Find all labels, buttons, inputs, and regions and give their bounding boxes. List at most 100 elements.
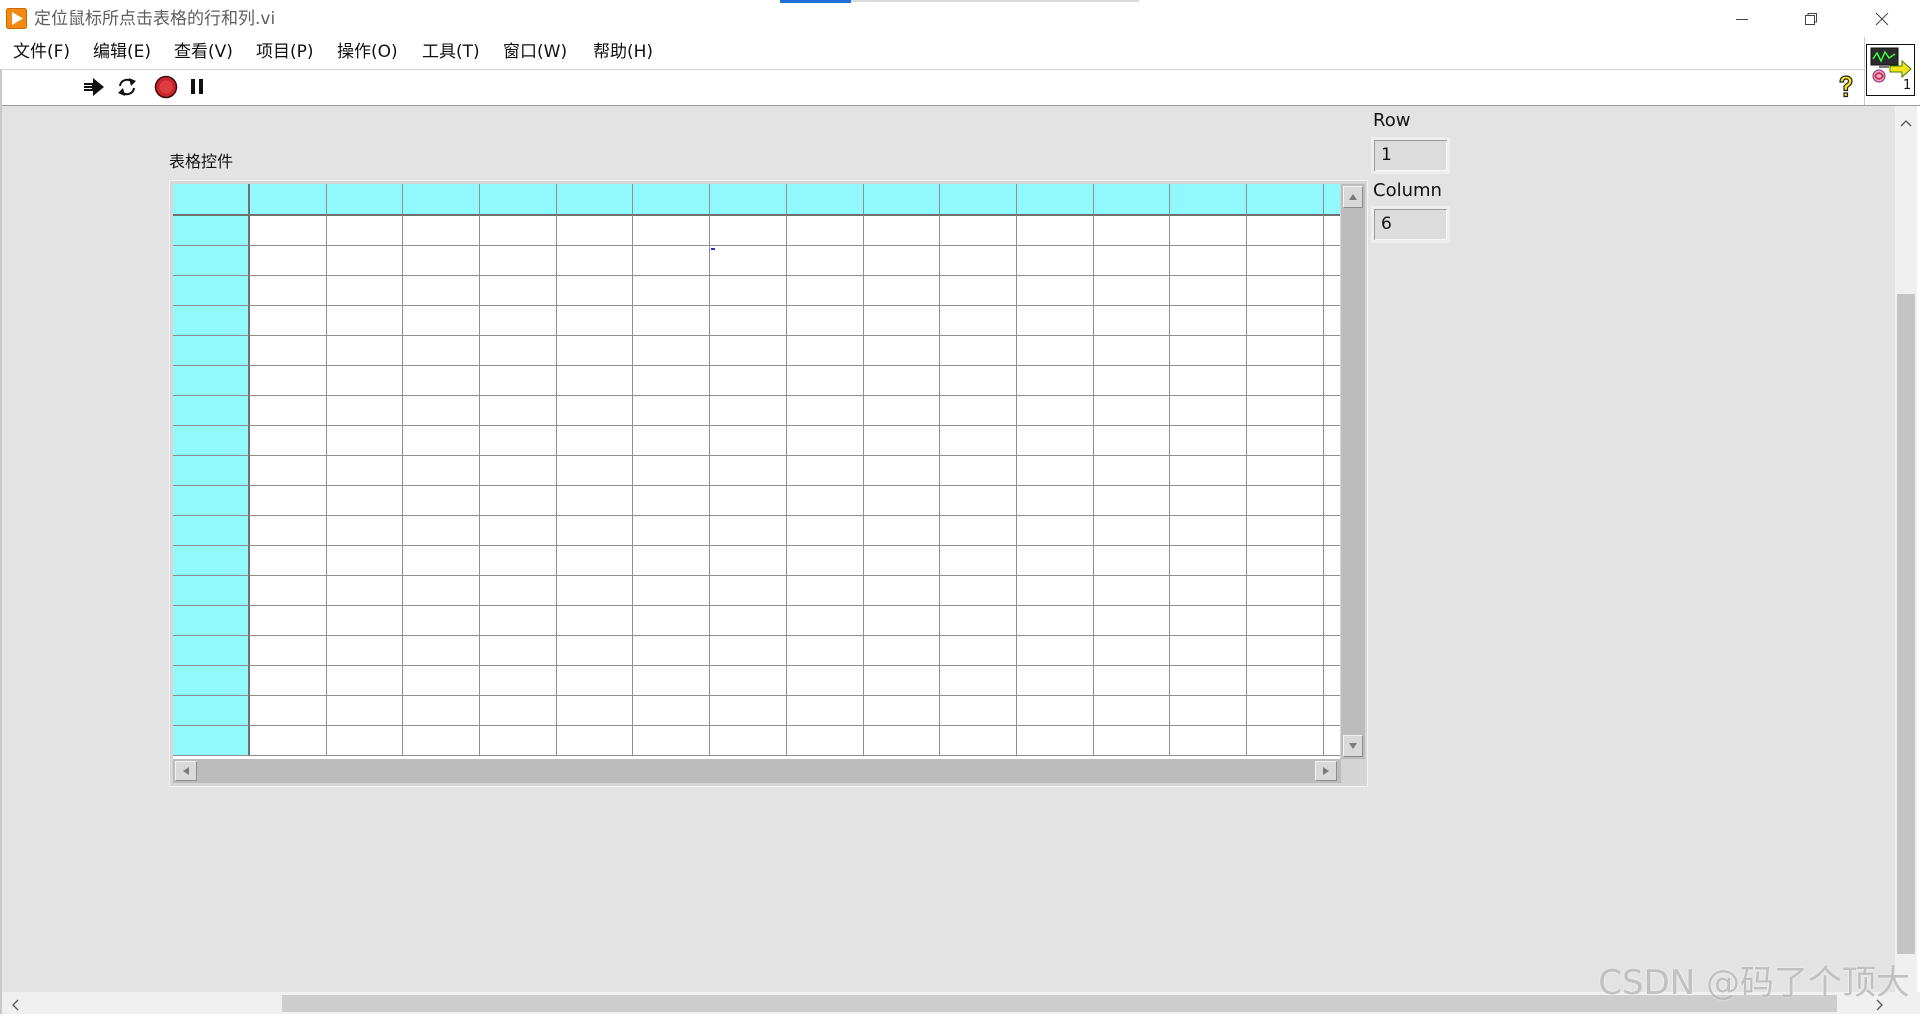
table-cell[interactable] (786, 516, 864, 546)
table-horizontal-scrollbar[interactable] (173, 759, 1341, 783)
table-cell[interactable] (1093, 366, 1171, 396)
menu-tools[interactable]: 工具(T) (422, 40, 480, 64)
table-cell[interactable] (403, 726, 481, 756)
table-cell[interactable] (1016, 726, 1094, 756)
table-cell[interactable] (633, 216, 711, 246)
table-cell[interactable] (863, 516, 941, 546)
table-cell[interactable] (1016, 666, 1094, 696)
table-cell[interactable] (710, 276, 787, 306)
table-cell[interactable] (250, 576, 327, 606)
row-header[interactable] (173, 696, 250, 726)
table-cell[interactable] (1323, 426, 1340, 456)
table-cell[interactable] (940, 246, 1017, 276)
table-cell[interactable] (250, 606, 327, 636)
table-cell[interactable] (1246, 216, 1324, 246)
table-cell[interactable] (940, 396, 1017, 426)
table-cell[interactable] (1170, 396, 1247, 426)
row-header[interactable] (173, 306, 250, 336)
table-cell[interactable] (940, 306, 1017, 336)
row-header[interactable] (173, 276, 250, 306)
table-cell[interactable] (786, 396, 864, 426)
table-cell[interactable] (250, 396, 327, 426)
table-cell[interactable] (556, 306, 634, 336)
table-cell[interactable] (480, 726, 557, 756)
row-header[interactable] (173, 336, 250, 366)
table-cell[interactable] (403, 546, 481, 576)
table-cell[interactable] (710, 456, 787, 486)
table-cell[interactable] (556, 726, 634, 756)
table-cell[interactable] (633, 516, 711, 546)
table-cell[interactable] (250, 366, 327, 396)
table-cell[interactable] (633, 726, 711, 756)
table-cell[interactable] (940, 216, 1017, 246)
table-cell[interactable] (940, 276, 1017, 306)
table-cell[interactable] (1323, 546, 1340, 576)
table-cell[interactable] (403, 666, 481, 696)
table-cell[interactable] (1323, 456, 1340, 486)
table-scroll-left-button[interactable] (175, 761, 197, 781)
table-cell[interactable] (940, 366, 1017, 396)
table-cell[interactable] (403, 216, 481, 246)
column-header[interactable] (633, 184, 711, 216)
table-cell[interactable] (556, 546, 634, 576)
table-cell[interactable] (1016, 276, 1094, 306)
table-cell[interactable] (480, 276, 557, 306)
table-scroll-up-button[interactable] (1343, 186, 1363, 208)
table-cell[interactable] (1093, 726, 1171, 756)
table-cell[interactable] (1246, 666, 1324, 696)
chevron-left-icon[interactable] (10, 997, 20, 1011)
table-cell[interactable] (940, 336, 1017, 366)
table-cell[interactable] (940, 726, 1017, 756)
table-cell[interactable] (1093, 576, 1171, 606)
table-cell[interactable] (326, 426, 404, 456)
table-cell[interactable] (710, 216, 787, 246)
menu-project[interactable]: 项目(P) (256, 40, 314, 64)
table-cell[interactable] (326, 336, 404, 366)
table-cell[interactable] (710, 726, 787, 756)
menu-view[interactable]: 查看(V) (174, 40, 233, 64)
table-cell[interactable] (326, 546, 404, 576)
table-cell[interactable] (480, 426, 557, 456)
row-header[interactable] (173, 396, 250, 426)
table-cell[interactable] (1323, 366, 1340, 396)
table-cell[interactable] (633, 636, 711, 666)
table-cell[interactable] (556, 336, 634, 366)
table-cell[interactable] (1093, 456, 1171, 486)
table-cell[interactable] (480, 336, 557, 366)
table-cell[interactable] (786, 546, 864, 576)
table-cell[interactable] (250, 636, 327, 666)
table-cell[interactable] (863, 456, 941, 486)
restore-button[interactable] (1783, 0, 1839, 37)
table-cell[interactable] (863, 666, 941, 696)
table-cell[interactable] (1170, 336, 1247, 366)
menu-help[interactable]: 帮助(H) (593, 40, 653, 64)
table-cell[interactable] (710, 516, 787, 546)
table-cell[interactable] (480, 666, 557, 696)
table-cell[interactable] (786, 486, 864, 516)
table-cell[interactable] (863, 246, 941, 276)
table-cell[interactable] (1323, 636, 1340, 666)
table-cell[interactable] (1323, 696, 1340, 726)
table-cell[interactable] (633, 546, 711, 576)
table-cell[interactable] (633, 246, 711, 276)
row-header[interactable] (173, 636, 250, 666)
table-cell[interactable] (863, 426, 941, 456)
table-cell[interactable] (480, 516, 557, 546)
table-cell[interactable] (250, 516, 327, 546)
table-cell[interactable] (633, 576, 711, 606)
table-cell[interactable] (1323, 516, 1340, 546)
table-cell[interactable] (1093, 276, 1171, 306)
table-cell[interactable] (1323, 306, 1340, 336)
column-header[interactable] (480, 184, 557, 216)
table-cell[interactable] (403, 396, 481, 426)
panel-vertical-scroll-thumb[interactable] (1897, 294, 1915, 954)
table-cell[interactable] (1246, 276, 1324, 306)
table-cell[interactable] (480, 606, 557, 636)
table-cell[interactable] (1170, 606, 1247, 636)
table-cell[interactable] (863, 336, 941, 366)
table-cell[interactable] (1016, 456, 1094, 486)
table-cell[interactable] (710, 636, 787, 666)
table-cell[interactable] (1170, 216, 1247, 246)
table-cell[interactable] (1093, 246, 1171, 276)
table-cell[interactable] (1246, 636, 1324, 666)
